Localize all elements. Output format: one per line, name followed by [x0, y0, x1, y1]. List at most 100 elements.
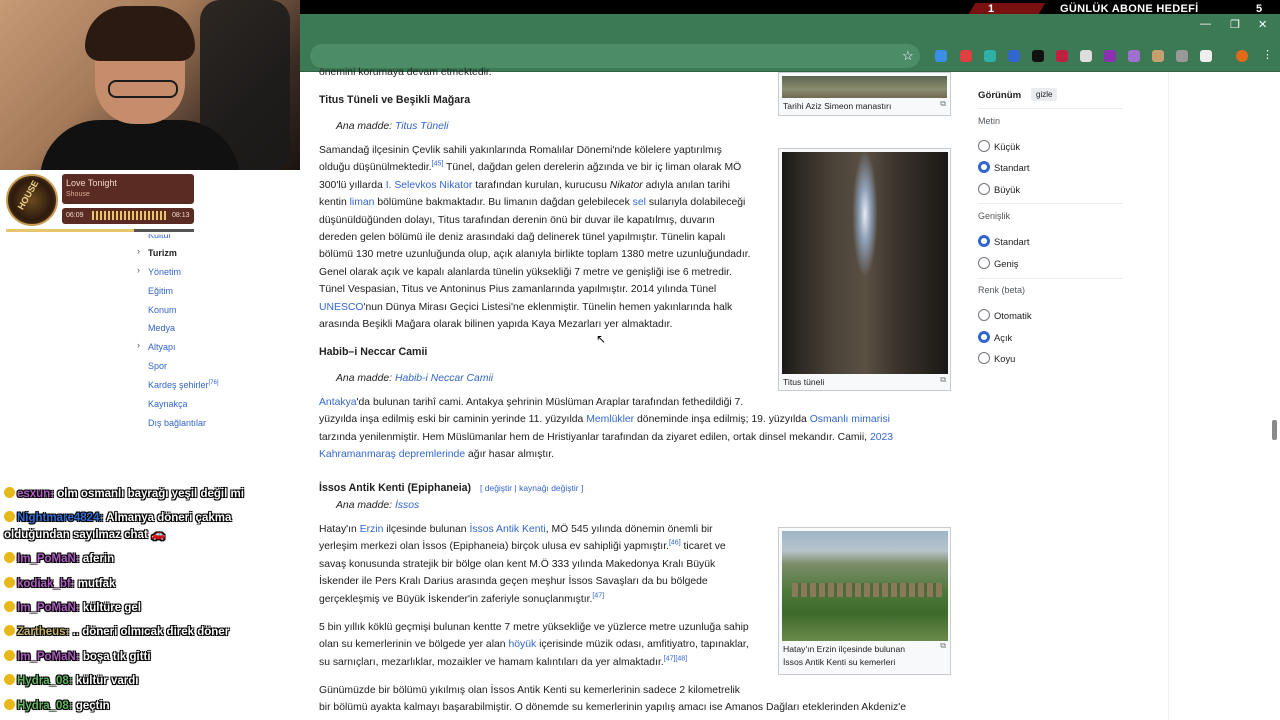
text-size-option[interactable]: Küçük: [978, 140, 1118, 152]
radio-button[interactable]: [978, 331, 990, 343]
text-size-option[interactable]: Büyük: [978, 183, 1118, 195]
radio-button[interactable]: [978, 309, 990, 321]
chat-message: Im_PoMaN: aferin: [4, 550, 114, 568]
issos-aqueduct-image[interactable]: [782, 531, 948, 641]
extension-icon[interactable]: [1152, 50, 1164, 62]
thumbnail-simeon[interactable]: Tarihi Aziz Simeon manastırı ⧉: [778, 72, 951, 116]
width-option[interactable]: Geniş: [978, 257, 1118, 269]
wiki-link[interactable]: höyük: [508, 639, 536, 650]
extension-icon[interactable]: [984, 50, 996, 62]
toc-item-8[interactable]: Kardeş şehirler[76]: [148, 380, 219, 390]
text-size-option[interactable]: Standart: [978, 161, 1118, 173]
chat-username[interactable]: esxun:: [17, 488, 54, 500]
chat-badge-icon: [4, 511, 15, 522]
chat-username[interactable]: Hydra_08:: [17, 700, 73, 712]
radio-button[interactable]: [978, 161, 990, 173]
extension-icon[interactable]: [960, 50, 972, 62]
wiki-link[interactable]: Kahramanmaraş depremlerinde: [319, 449, 465, 460]
wiki-link[interactable]: UNESCO: [319, 302, 363, 313]
chat-username[interactable]: Im_PoMaN:: [17, 602, 80, 614]
extension-icon[interactable]: [1128, 50, 1140, 62]
color-option[interactable]: Otomatik: [978, 309, 1118, 321]
extension-icon[interactable]: [1032, 50, 1044, 62]
profile-avatar[interactable]: [1236, 50, 1248, 62]
extension-icon[interactable]: [1080, 50, 1092, 62]
titus-tunnel-image[interactable]: [782, 152, 948, 374]
mouse-cursor-icon: ↖: [596, 332, 607, 346]
expand-icon[interactable]: ⧉: [940, 641, 946, 651]
chat-username[interactable]: Zartheus:: [17, 626, 69, 638]
radio-button[interactable]: [978, 257, 990, 269]
hatnote-link[interactable]: Habib-i Neccar Camii: [395, 373, 493, 384]
bookmark-star-icon[interactable]: ☆: [902, 48, 914, 64]
progress-track: [6, 229, 194, 232]
extensions-puzzle-icon[interactable]: [1200, 50, 1212, 62]
chat-username[interactable]: Hydra_08:: [17, 675, 73, 687]
extension-icon[interactable]: [935, 50, 947, 62]
radio-button[interactable]: [978, 140, 990, 152]
citation-ref[interactable]: [45]: [432, 161, 444, 168]
toc-item-7[interactable]: Spor: [148, 361, 167, 371]
toc-item-10[interactable]: Dış bağlantılar: [148, 418, 206, 428]
radio-button[interactable]: [978, 235, 990, 247]
wiki-link[interactable]: Memlükler: [586, 414, 634, 425]
hatnote-link[interactable]: Titus Tüneli: [395, 121, 449, 132]
expand-icon[interactable]: ⧉: [940, 375, 946, 385]
browser-menu-icon[interactable]: ⋮: [1262, 48, 1273, 61]
chat-username[interactable]: Im_PoMaN:: [17, 651, 80, 663]
paragraph-line: olan su kemerlerinin ve bölgede yer alan…: [319, 639, 749, 651]
edit-section-links[interactable]: [ değiştir | kaynağı değiştir ]: [480, 483, 583, 493]
wiki-link[interactable]: liman: [350, 197, 375, 208]
minimize-icon[interactable]: —: [1200, 18, 1211, 30]
paragraph-line: Hatay'ın Erzin ilçesinde bulunan İssos A…: [319, 524, 713, 535]
wiki-link[interactable]: sel: [633, 197, 646, 208]
thumbnail-issos[interactable]: Hatay'ın Erzin ilçesinde bulunan İssos A…: [778, 527, 951, 675]
citation-ref[interactable]: [47]: [592, 592, 604, 599]
chat-username[interactable]: Im_PoMaN:: [17, 553, 80, 565]
wiki-link[interactable]: Antakya: [319, 397, 357, 408]
wiki-link[interactable]: Osmanlı mimarisi: [810, 414, 890, 425]
close-icon[interactable]: ✕: [1258, 18, 1267, 31]
radio-button[interactable]: [978, 183, 990, 195]
citation-ref[interactable]: [47][48]: [664, 655, 687, 662]
extension-icon[interactable]: [1008, 50, 1020, 62]
paragraph-line: tarzında yenilenmiştir. Hem Müslümanlar …: [319, 431, 894, 443]
toc-item-4[interactable]: Konum: [148, 305, 177, 315]
toc-item-9[interactable]: Kaynakça: [148, 399, 188, 409]
hide-appearance-button[interactable]: gizle: [1031, 88, 1058, 101]
chevron-right-icon[interactable]: ›: [137, 246, 140, 256]
wiki-link[interactable]: İssos Antik Kenti: [469, 524, 545, 535]
expand-icon[interactable]: ⧉: [940, 99, 946, 109]
chat-username[interactable]: kodiak_bf:: [17, 578, 75, 590]
hatnote-link[interactable]: İssos: [395, 500, 419, 511]
color-option[interactable]: Açık: [978, 331, 1118, 343]
toc-item-2[interactable]: Yönetim: [148, 267, 181, 277]
hatnote-issos: Ana madde: İssos: [336, 500, 420, 511]
toc-item-6[interactable]: Altyapı: [148, 342, 176, 352]
toc-item-5[interactable]: Medya: [148, 323, 175, 333]
album-art: HOUSE: [6, 174, 58, 226]
thumbnail-titus[interactable]: Titus tüneli ⧉: [778, 148, 951, 391]
color-option[interactable]: Koyu: [978, 352, 1118, 364]
wiki-link[interactable]: Erzin: [360, 524, 384, 535]
simeon-image[interactable]: [782, 76, 947, 98]
chat-username[interactable]: Nightmare4824:: [17, 512, 103, 524]
toc-item-1[interactable]: Turizm: [148, 248, 177, 258]
extension-icon[interactable]: [1056, 50, 1068, 62]
scrollbar-thumb[interactable]: [1272, 420, 1277, 440]
paragraph-line: su sarnıçları, mezarlıklar, mozaikler ve…: [319, 655, 688, 668]
wiki-link[interactable]: I. Selevkos Nikator: [386, 180, 473, 191]
width-option[interactable]: Standart: [978, 235, 1118, 247]
extension-icon[interactable]: [1104, 50, 1116, 62]
chevron-right-icon[interactable]: ›: [137, 340, 140, 350]
radio-button[interactable]: [978, 352, 990, 364]
restore-icon[interactable]: ❐: [1230, 18, 1240, 31]
citation-ref[interactable]: [46]: [669, 540, 681, 547]
wiki-link[interactable]: 2023: [870, 432, 893, 443]
paragraph-line: İskender ile Pers Kralı Darius arasında …: [319, 576, 708, 588]
chat-text: kültüre gel: [82, 602, 141, 614]
extension-icon[interactable]: [1176, 50, 1188, 62]
toc-item-3[interactable]: Eğitim: [148, 286, 173, 296]
chat-message: Zartheus: .. döneri olmıcak direk döner: [4, 623, 229, 641]
chevron-right-icon[interactable]: ›: [137, 265, 140, 275]
